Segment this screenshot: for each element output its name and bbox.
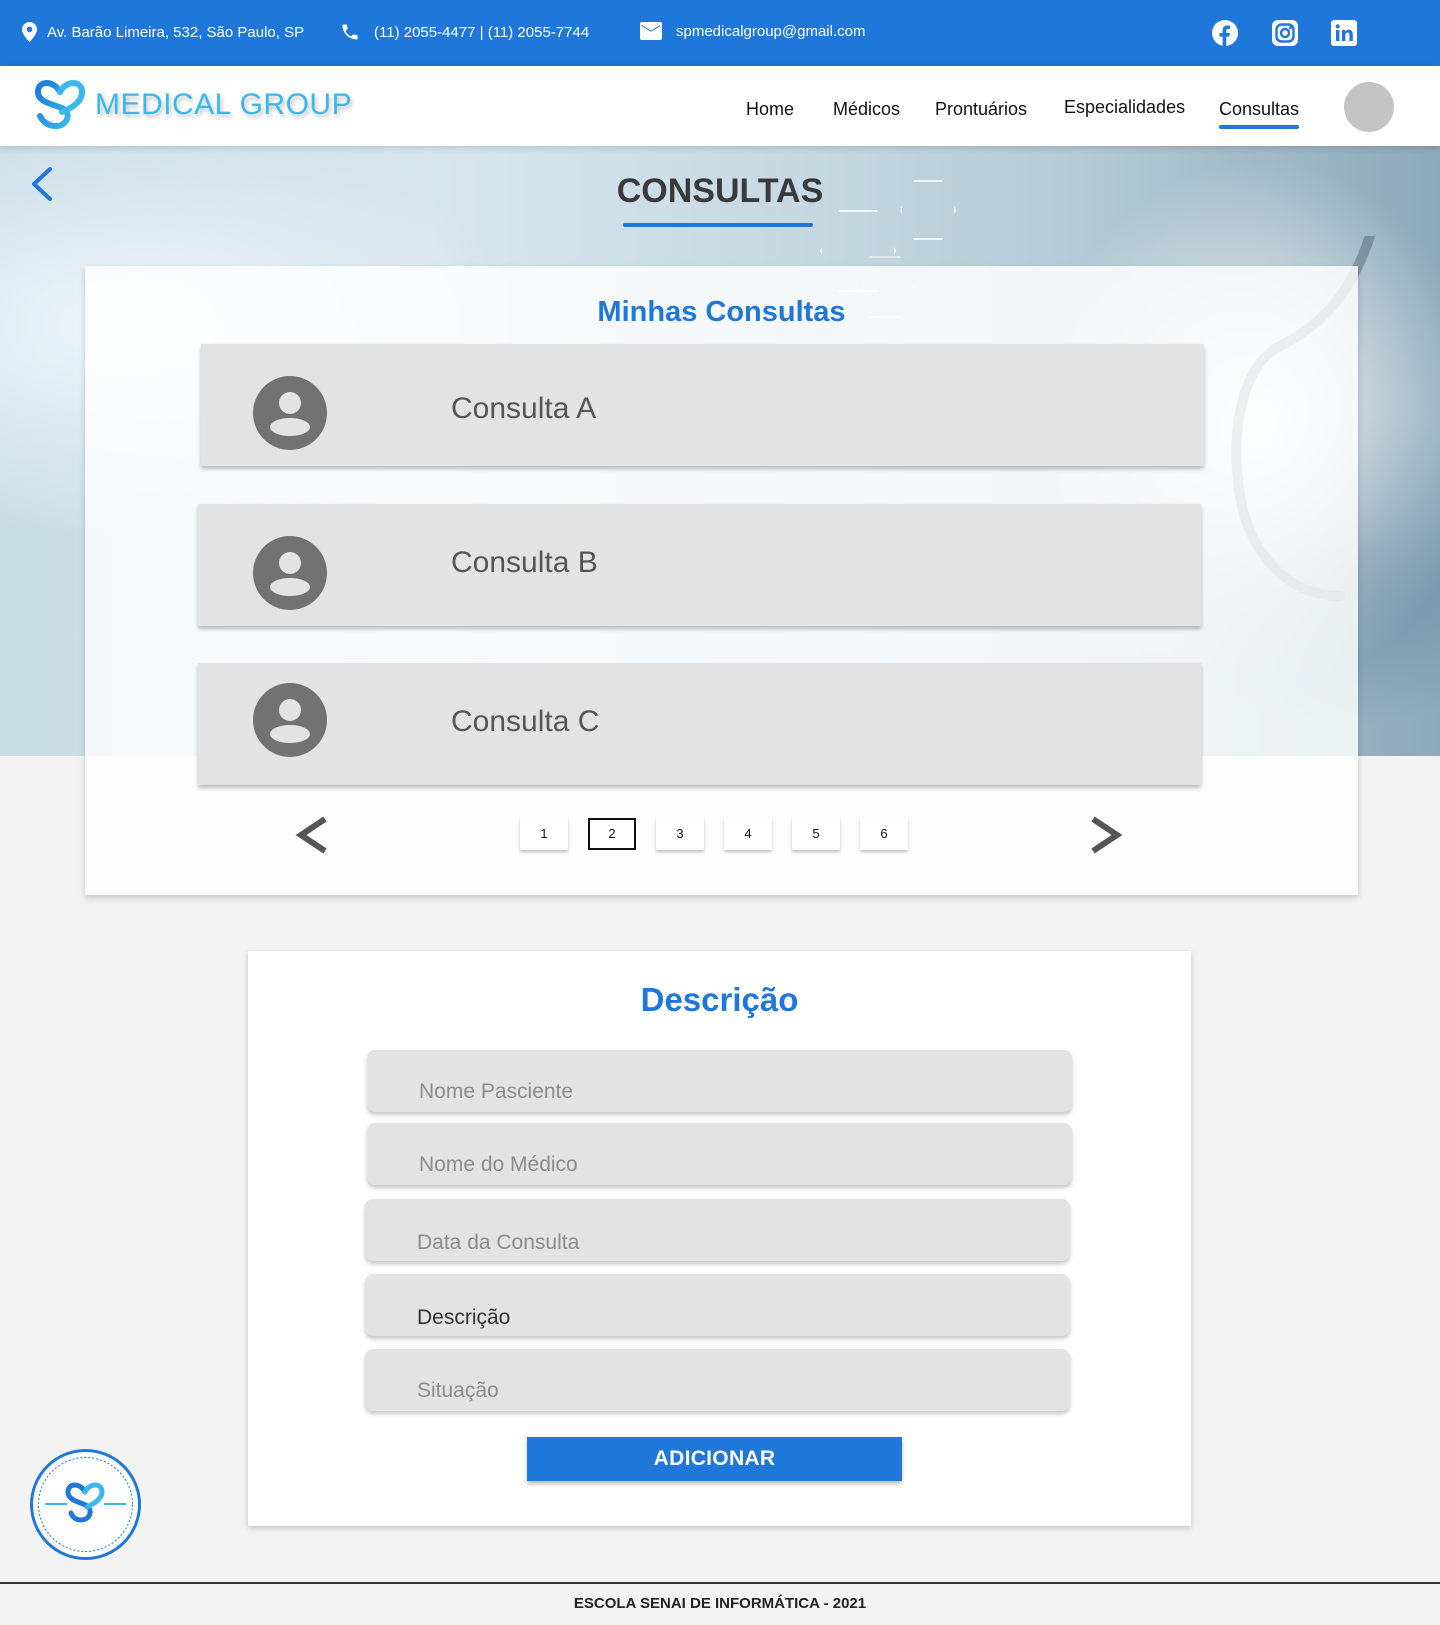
consultation-date-field[interactable] [365,1199,1070,1261]
consulta-card[interactable]: Consulta B [198,504,1201,626]
previous-page-icon[interactable] [295,815,331,855]
consulta-card[interactable]: Consulta C [198,663,1201,785]
consulta-label: Consulta B [451,546,598,579]
user-avatar-icon [253,536,327,610]
page-button-current[interactable]: 2 [588,818,636,850]
doctor-name-field[interactable] [367,1123,1072,1185]
user-avatar-icon [253,683,327,757]
location-pin-icon [22,22,37,42]
user-avatar-icon [253,376,327,450]
nav-medicos[interactable]: Médicos [833,99,900,120]
description-form: Descrição ADICIONAR [248,951,1191,1526]
page-button[interactable]: 5 [792,818,840,850]
address-info: Av. Barão Limeira, 532, São Paulo, SP [22,22,304,42]
consulta-card[interactable]: Consulta A [201,344,1204,466]
phone-text: (11) 2055-4477 | (11) 2055-7744 [374,23,590,41]
add-button[interactable]: ADICIONAR [527,1437,902,1481]
page-button[interactable]: 1 [520,818,568,850]
page-title: CONSULTAS [616,172,824,210]
medical-group-seal-icon [30,1449,141,1560]
contact-bar: Av. Barão Limeira, 532, São Paulo, SP (1… [0,0,1440,66]
linkedin-icon[interactable] [1331,20,1357,46]
mail-icon [640,22,662,40]
address-text: Av. Barão Limeira, 532, São Paulo, SP [47,23,305,41]
phone-info: (11) 2055-4477 | (11) 2055-7744 [340,22,589,42]
page-button[interactable]: 6 [860,818,908,850]
consultas-panel: Minhas Consultas Consulta A Consulta B C… [85,266,1358,895]
facebook-icon[interactable] [1212,20,1238,46]
brand-name[interactable]: MEDICAL GROUP [95,88,352,122]
user-avatar[interactable] [1344,82,1394,132]
instagram-icon[interactable] [1272,20,1298,46]
status-field[interactable] [365,1349,1070,1411]
form-title: Descrição [640,981,799,1018]
email-text: spmedicalgroup@gmail.com [676,22,866,40]
main-navbar: MEDICAL GROUP Home Médicos Prontuários E… [0,66,1440,146]
nav-consultas[interactable]: Consultas [1219,99,1300,129]
nav-prontuarios[interactable]: Prontuários [935,99,1027,120]
patient-name-field[interactable] [367,1050,1072,1112]
consulta-label: Consulta C [451,705,600,738]
email-info: spmedicalgroup@gmail.com [640,22,865,40]
panel-title: Minhas Consultas [597,296,846,328]
medical-group-logo-icon[interactable] [32,74,88,132]
consulta-label: Consulta A [451,392,597,425]
footer-text: ESCOLA SENAI DE INFORMÁTICA - 2021 [573,1595,867,1612]
phone-icon [342,24,358,40]
nav-especialidades[interactable]: Especialidades [1064,97,1185,118]
nav-home[interactable]: Home [746,99,794,120]
title-underline [623,223,813,227]
footer: ESCOLA SENAI DE INFORMÁTICA - 2021 [0,1582,1440,1625]
next-page-icon[interactable] [1087,815,1123,855]
description-field[interactable] [365,1274,1070,1336]
page-button[interactable]: 4 [724,818,772,850]
page-button[interactable]: 3 [656,818,704,850]
